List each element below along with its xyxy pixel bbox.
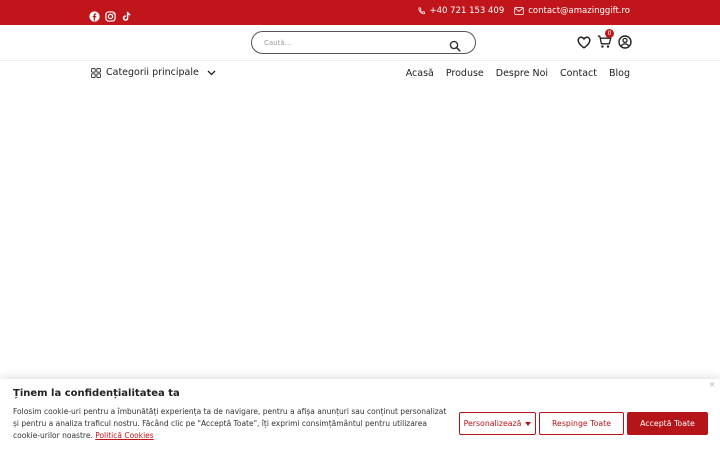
email-link[interactable]: contact@amazinggift.ro [514, 6, 630, 16]
cart-count-badge: 0 [605, 29, 614, 38]
accept-all-button[interactable]: Acceptă Toate [627, 412, 708, 435]
main-nav: Categorii principale Acasă Produse Despr… [0, 62, 720, 88]
cookie-policy-link[interactable]: Politică Cookies [95, 431, 154, 440]
facebook-icon[interactable] [89, 7, 100, 22]
phone-link[interactable]: +40 721 153 409 [417, 6, 505, 16]
contact-info: +40 721 153 409 contact@amazinggift.ro [417, 6, 630, 16]
customize-button[interactable]: Personalizează [459, 412, 536, 435]
search-input[interactable] [264, 36, 444, 50]
customize-label: Personalizează [463, 419, 522, 428]
nav-item-contact[interactable]: Contact [560, 68, 597, 79]
nav-item-acasa[interactable]: Acasă [406, 68, 434, 79]
search-icon[interactable] [449, 37, 461, 52]
nav-item-produse[interactable]: Produse [446, 68, 484, 79]
nav-item-blog[interactable]: Blog [609, 68, 630, 79]
chevron-down-icon [207, 70, 216, 75]
heart-icon[interactable] [577, 34, 591, 53]
categories-dropdown[interactable]: Categorii principale [91, 67, 216, 78]
reject-all-button[interactable]: Respinge Toate [539, 412, 624, 435]
tiktok-icon[interactable] [121, 7, 132, 21]
user-icon[interactable] [618, 34, 632, 53]
close-icon[interactable]: ✕ [709, 381, 715, 389]
categories-label: Categorii principale [106, 67, 199, 78]
top-bar: +40 721 153 409 contact@amazinggift.ro [0, 0, 720, 25]
grid-icon [91, 67, 101, 78]
cart-button[interactable]: 0 [597, 29, 614, 53]
phone-icon [418, 6, 425, 14]
cookie-text: Folosim cookie-uri pentru a îmbunătăți e… [13, 407, 447, 440]
cookie-title: Ținem la confidențialitatea ta [13, 388, 180, 399]
cookie-banner: Ținem la confidențialitatea ta ✕ Folosim… [0, 379, 720, 450]
email-address: contact@amazinggift.ro [528, 6, 630, 16]
nav-menu: Acasă Produse Despre Noi Contact Blog [406, 68, 630, 79]
caret-down-icon [525, 421, 532, 426]
nav-item-despre-noi[interactable]: Despre Noi [496, 68, 548, 79]
mail-icon [514, 7, 524, 15]
social-links [89, 7, 132, 22]
instagram-icon[interactable] [105, 7, 116, 22]
header-actions: 0 [577, 29, 632, 53]
phone-number: +40 721 153 409 [429, 6, 505, 16]
search-bar [251, 31, 476, 54]
cookie-description: Folosim cookie-uri pentru a îmbunătăți e… [13, 406, 449, 442]
header: 0 [0, 25, 720, 61]
